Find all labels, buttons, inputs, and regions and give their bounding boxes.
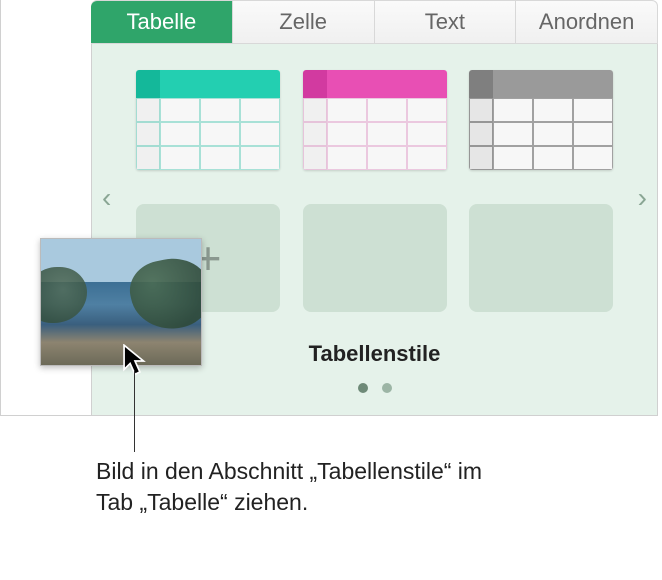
empty-style-slot-2[interactable]: [469, 204, 613, 312]
window-bottom-border: [0, 415, 92, 416]
styles-prev-button[interactable]: ‹: [102, 182, 111, 214]
styles-next-button[interactable]: ›: [638, 182, 647, 214]
styles-pager: [92, 383, 657, 393]
tab-tabelle[interactable]: Tabelle: [91, 1, 232, 43]
table-styles-row: [136, 70, 613, 170]
empty-style-slot-1[interactable]: [303, 204, 447, 312]
table-style-gray[interactable]: [469, 70, 613, 170]
styles-page-dot-1[interactable]: [358, 383, 368, 393]
dragged-image-thumbnail[interactable]: [40, 238, 202, 366]
callout-text: Bild in den Abschnitt „Tabellenstile“ im…: [96, 456, 516, 518]
table-style-pink[interactable]: [303, 70, 447, 170]
styles-page-dot-2[interactable]: [382, 383, 392, 393]
tab-anordnen[interactable]: Anordnen: [515, 1, 657, 43]
tab-zelle[interactable]: Zelle: [232, 1, 374, 43]
format-tabbar: Tabelle Zelle Text Anordnen: [91, 0, 658, 44]
table-style-teal[interactable]: [136, 70, 280, 170]
callout-leader-line: [134, 370, 135, 452]
window-left-border: [0, 0, 1, 416]
table-style-slots: +: [136, 204, 613, 312]
tab-text[interactable]: Text: [374, 1, 516, 43]
